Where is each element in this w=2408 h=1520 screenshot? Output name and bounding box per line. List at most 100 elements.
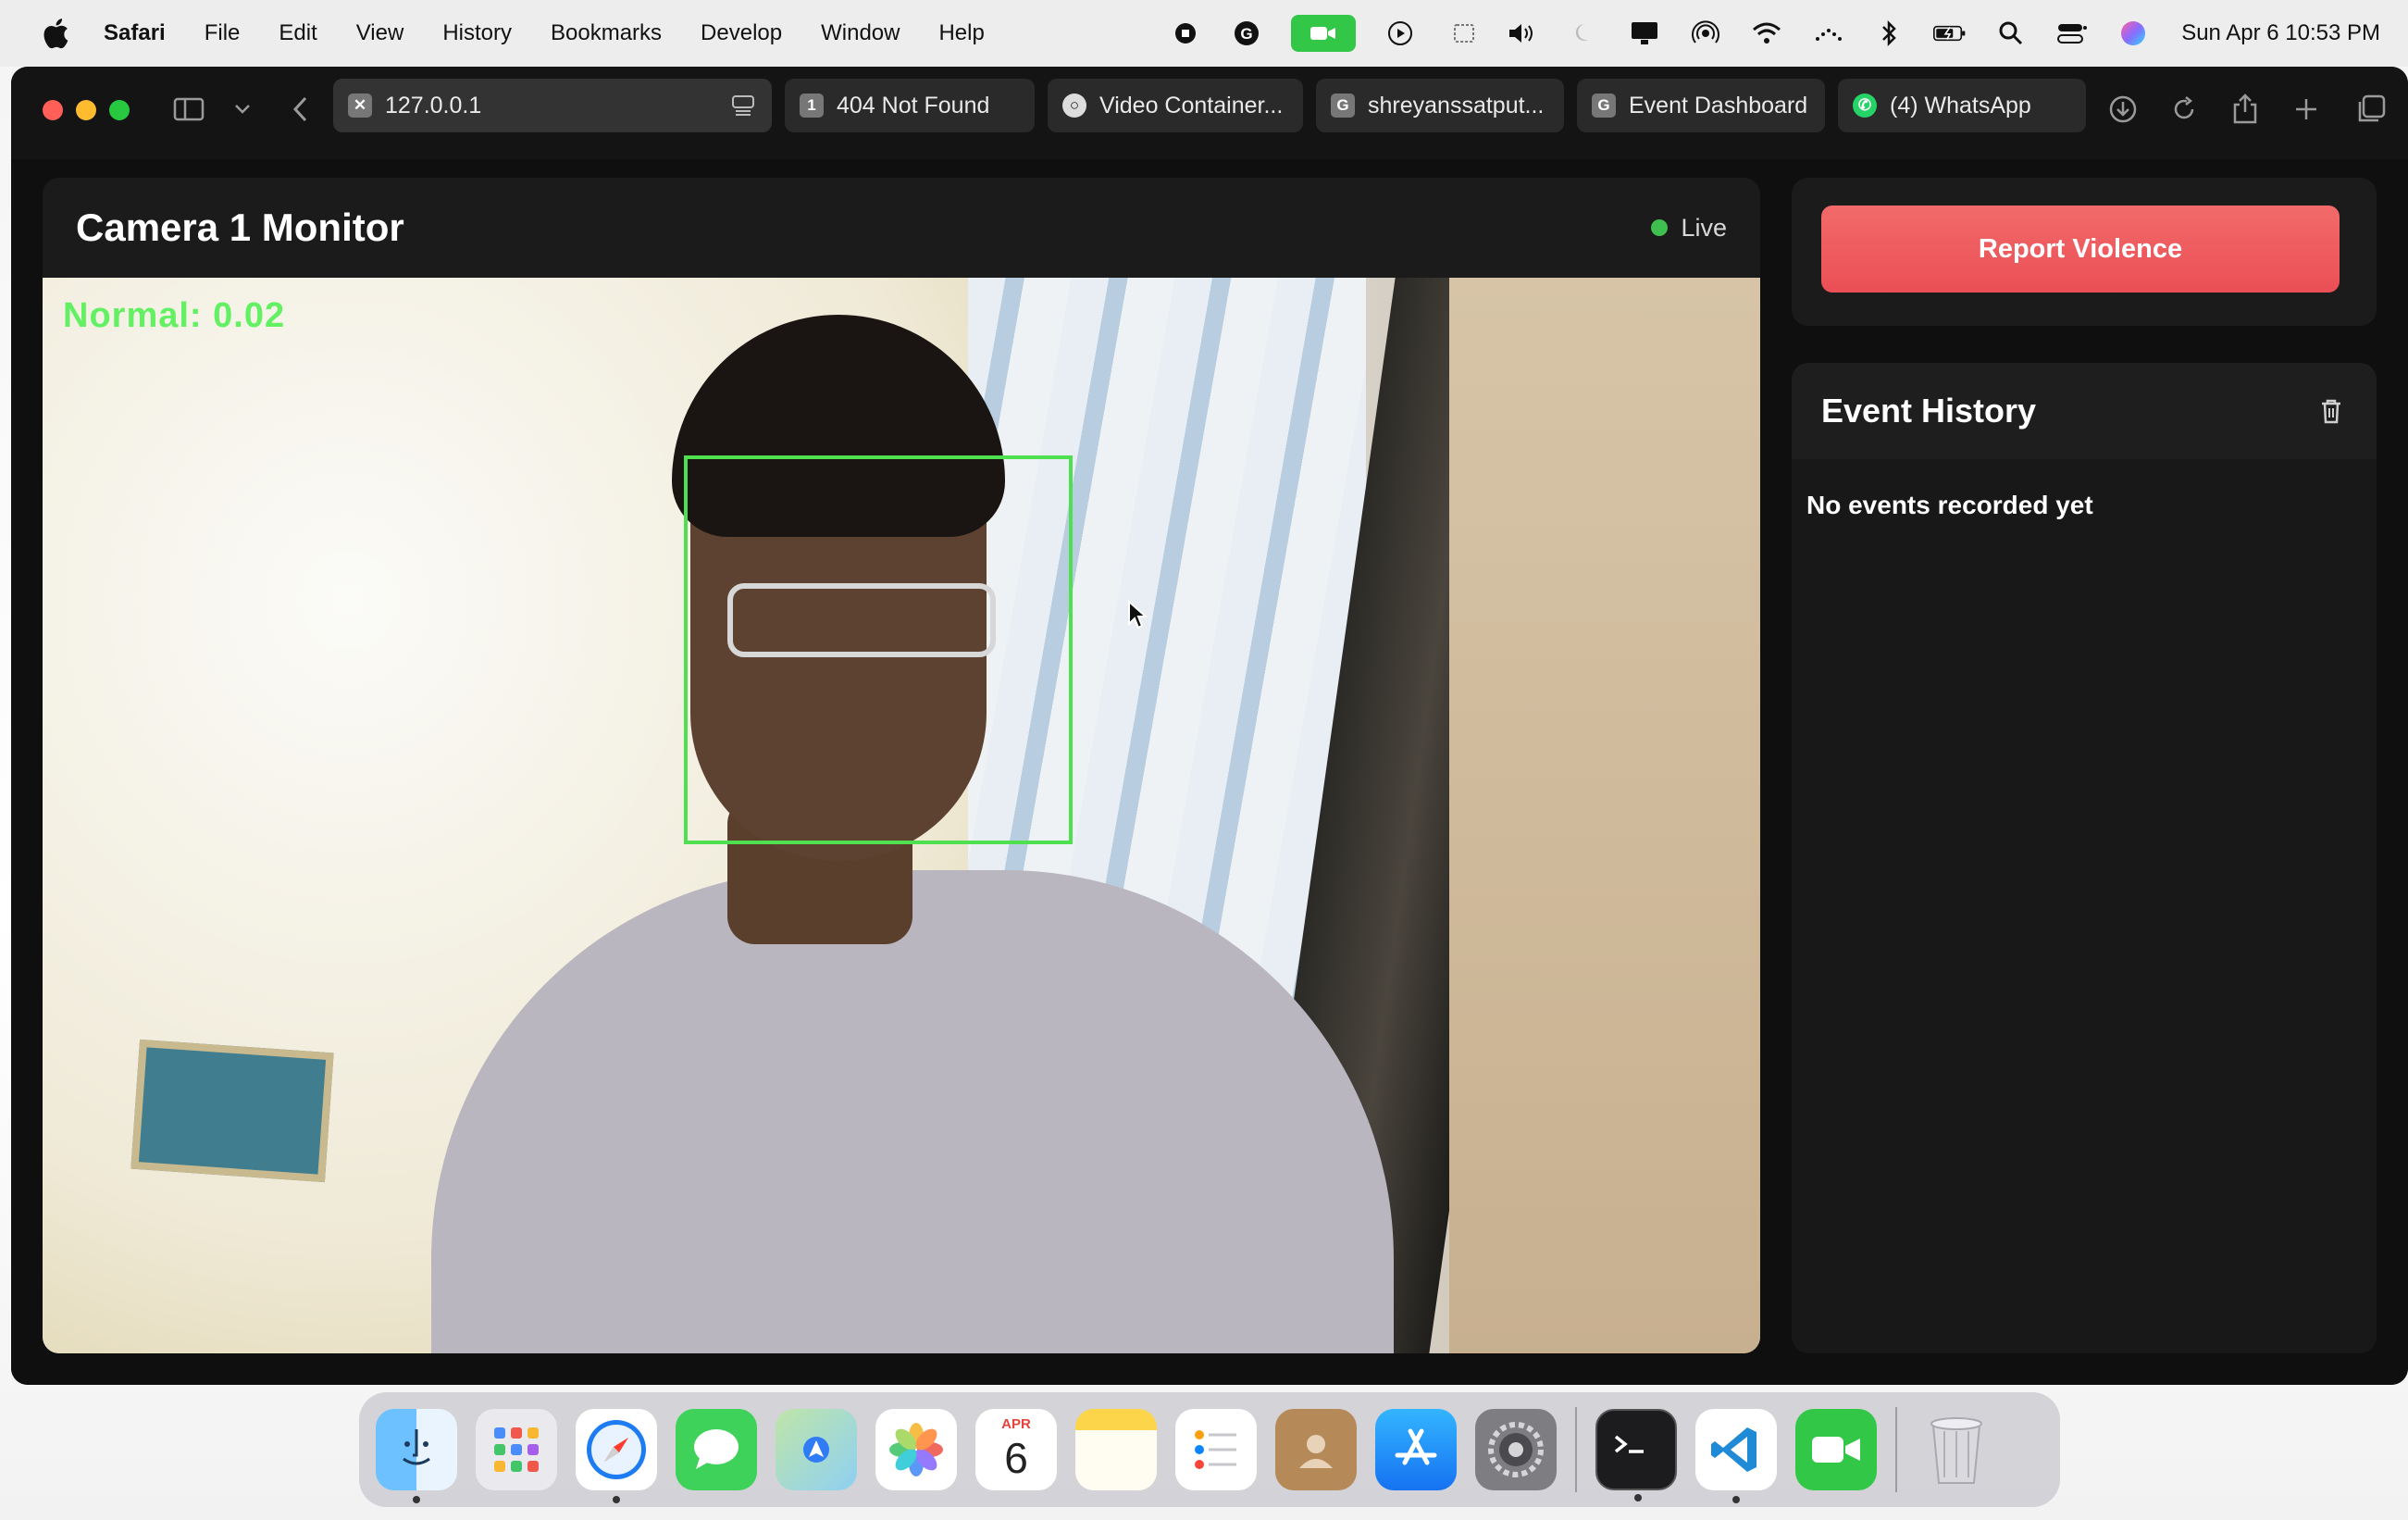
tab-favicon: G [1331, 93, 1355, 118]
monitor-title: Camera 1 Monitor [76, 206, 404, 249]
app-store-icon[interactable] [1375, 1409, 1457, 1490]
terminal-icon[interactable] [1595, 1409, 1677, 1501]
menu-clock[interactable]: Sun Apr 6 10:53 PM [2181, 20, 2380, 46]
camera-video-feed[interactable]: Normal: 0.02 [43, 278, 1760, 1353]
face-detection-box [684, 455, 1073, 844]
live-status-badge: Live [1651, 214, 1727, 243]
tab-favicon: ✕ [348, 93, 372, 118]
close-window-button[interactable] [43, 100, 63, 120]
event-history-header: Event History [1792, 363, 2377, 459]
siri-icon[interactable] [2116, 17, 2150, 50]
airdrop-icon[interactable] [1689, 17, 1722, 50]
tab-event-dashboard[interactable]: G Event Dashboard [1577, 79, 1825, 132]
menu-file[interactable]: File [205, 20, 241, 46]
chevron-down-icon[interactable] [224, 91, 261, 128]
bluetooth-icon[interactable] [1872, 17, 1905, 50]
video-wall [1449, 278, 1760, 1353]
trash-icon[interactable] [1916, 1409, 1997, 1490]
notes-icon[interactable] [1075, 1409, 1157, 1490]
new-tab-icon[interactable] [2288, 91, 2325, 128]
event-history-panel: Event History No events recorded yet [1792, 363, 2377, 1353]
camera-monitor-card: Camera 1 Monitor Live Normal: 0.02 [43, 178, 1760, 1353]
tab-label: Event Dashboard [1629, 92, 1808, 118]
report-violence-button[interactable]: Report Violence [1821, 206, 2340, 293]
contacts-icon[interactable] [1275, 1409, 1357, 1490]
running-indicator [613, 1496, 620, 1503]
mouse-cursor-icon [1128, 600, 1148, 629]
minimize-window-button[interactable] [76, 100, 96, 120]
menu-develop[interactable]: Develop [701, 20, 782, 46]
reader-icon[interactable] [731, 94, 755, 123]
loading-dots-icon[interactable] [1811, 17, 1844, 50]
play-icon[interactable] [1384, 17, 1417, 50]
github-icon: ○ [1062, 93, 1086, 118]
report-card: Report Violence [1792, 178, 2377, 326]
zoom-window-button[interactable] [109, 100, 130, 120]
finder-icon[interactable] [376, 1409, 457, 1503]
apple-logo-icon[interactable] [39, 15, 76, 52]
safari-window: ✕ 127.0.0.1 1 404 Not Found ○ Video Cont… [11, 67, 2408, 1385]
calendar-month-label: APR [1001, 1416, 1031, 1432]
menu-bookmarks[interactable]: Bookmarks [551, 20, 662, 46]
system-settings-icon[interactable] [1475, 1409, 1557, 1490]
running-indicator [413, 1496, 420, 1503]
tab-label: 127.0.0.1 [385, 92, 482, 118]
live-indicator-icon [1651, 219, 1669, 236]
dock: APR 6 [359, 1392, 2060, 1507]
share-icon[interactable] [2227, 91, 2264, 128]
facetime-icon[interactable] [1795, 1409, 1877, 1490]
record-icon[interactable] [1169, 17, 1202, 50]
tab-whatsapp[interactable]: ✆ (4) WhatsApp [1838, 79, 2086, 132]
menu-app-name[interactable]: Safari [104, 20, 166, 46]
sidebar-toggle-icon[interactable] [170, 91, 207, 128]
camera-in-use-icon[interactable] [1291, 15, 1357, 52]
tab-label: 404 Not Found [837, 92, 990, 118]
whatsapp-icon: ✆ [1853, 93, 1877, 118]
menu-help[interactable]: Help [938, 20, 984, 46]
safari-icon[interactable] [576, 1409, 657, 1503]
spotlight-search-icon[interactable] [1994, 17, 2028, 50]
classification-overlay-label: Normal: 0.02 [63, 296, 286, 335]
tab-favicon: G [1592, 93, 1616, 118]
battery-icon[interactable] [1933, 17, 1967, 50]
focus-moon-icon[interactable] [1567, 17, 1600, 50]
back-icon[interactable] [281, 91, 318, 128]
messages-icon[interactable] [676, 1409, 757, 1490]
grammarly-icon[interactable]: G [1230, 17, 1263, 50]
running-indicator [1732, 1496, 1740, 1503]
reload-icon[interactable] [2166, 91, 2203, 128]
menu-edit[interactable]: Edit [279, 20, 317, 46]
dock-separator [1575, 1407, 1577, 1492]
photos-icon[interactable] [875, 1409, 957, 1490]
running-indicator [1634, 1494, 1642, 1501]
wifi-icon[interactable] [1750, 17, 1783, 50]
tab-overview-icon[interactable] [2352, 91, 2389, 128]
menu-window[interactable]: Window [821, 20, 900, 46]
event-history-title: Event History [1821, 392, 2037, 430]
tab-label: (4) WhatsApp [1890, 92, 2031, 118]
vscode-icon[interactable] [1695, 1409, 1777, 1503]
tab-404[interactable]: 1 404 Not Found [785, 79, 1035, 132]
event-history-empty-message: No events recorded yet [1806, 491, 2093, 519]
calendar-day-label: 6 [1004, 1434, 1028, 1482]
tab-shreyans[interactable]: G shreyanssatput... [1316, 79, 1564, 132]
menu-view[interactable]: View [356, 20, 404, 46]
stage-manager-icon[interactable] [1445, 17, 1478, 50]
svg-text:G: G [1241, 25, 1253, 43]
menu-bar: Safari File Edit View History Bookmarks … [0, 0, 2408, 67]
clear-history-trash-icon[interactable] [2315, 395, 2347, 427]
control-center-icon[interactable] [2055, 17, 2089, 50]
downloads-icon[interactable] [2104, 91, 2141, 128]
web-page: Camera 1 Monitor Live Normal: 0.02 Repor… [11, 159, 2408, 1385]
calendar-icon[interactable]: APR 6 [975, 1409, 1057, 1490]
menu-history[interactable]: History [442, 20, 512, 46]
reminders-icon[interactable] [1175, 1409, 1257, 1490]
live-status-label: Live [1681, 213, 1727, 242]
launchpad-icon[interactable] [476, 1409, 557, 1490]
tab-localhost[interactable]: ✕ 127.0.0.1 [333, 79, 772, 132]
browser-toolbar: ✕ 127.0.0.1 1 404 Not Found ○ Video Cont… [11, 67, 2408, 159]
tab-video-container[interactable]: ○ Video Container... [1048, 79, 1303, 132]
volume-icon[interactable] [1506, 17, 1539, 50]
maps-icon[interactable] [776, 1409, 857, 1490]
display-icon[interactable] [1628, 17, 1661, 50]
